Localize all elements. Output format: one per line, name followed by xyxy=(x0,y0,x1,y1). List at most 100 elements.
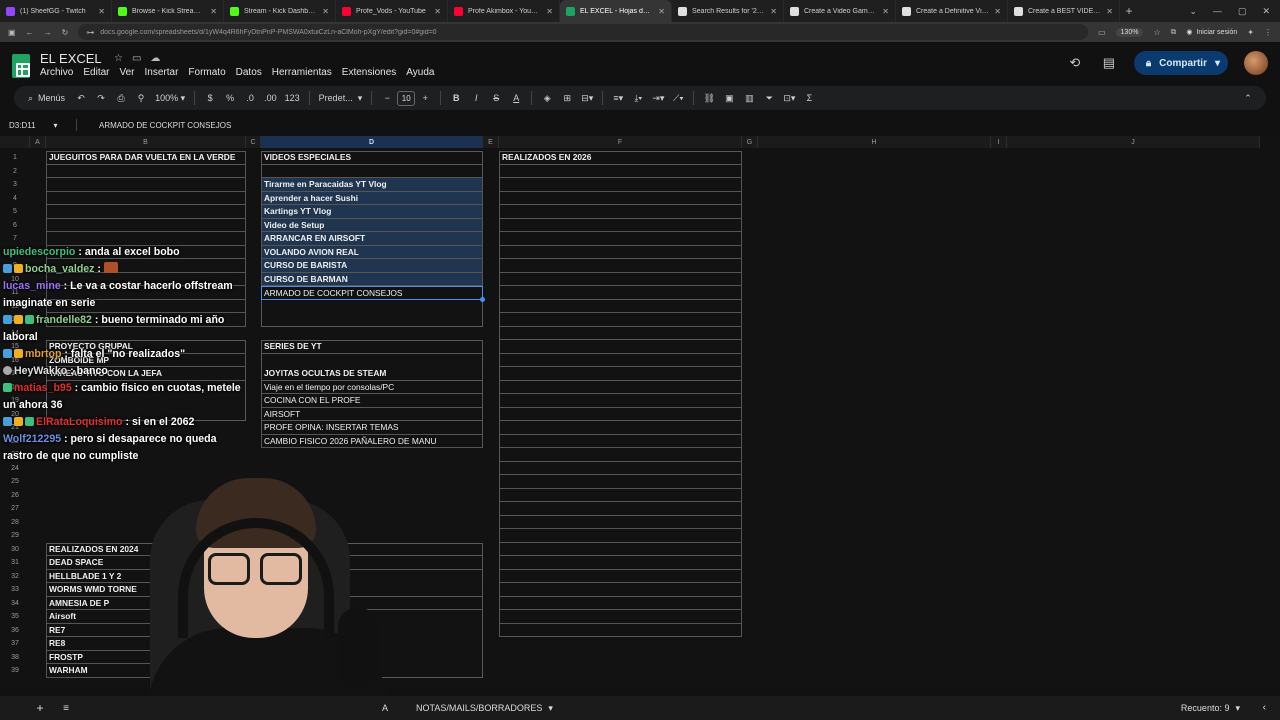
all-sheets-icon[interactable]: ≡ xyxy=(56,703,76,714)
cast-icon[interactable]: ▭ xyxy=(1098,28,1106,37)
grid-cell[interactable] xyxy=(499,164,742,179)
browser-tab[interactable]: EL EXCEL - Hojas de cálculo de ✕ xyxy=(560,0,672,22)
close-icon[interactable]: ✕ xyxy=(546,7,553,16)
browser-tab[interactable]: Browse - Kick Streaming ✕ xyxy=(112,0,224,22)
grid-cell[interactable] xyxy=(499,610,742,624)
grid-cell[interactable] xyxy=(499,569,742,584)
menu-item-5[interactable]: Datos xyxy=(236,67,262,78)
functions-icon[interactable]: Σ xyxy=(799,88,819,108)
grid-cell[interactable] xyxy=(499,475,742,489)
borders-icon[interactable]: ⊞ xyxy=(557,88,577,108)
sidebar-icon[interactable]: ▣ xyxy=(8,28,16,37)
grid-cell[interactable] xyxy=(261,164,483,179)
filter-icon[interactable]: ⏷ xyxy=(759,88,779,108)
fill-handle[interactable] xyxy=(480,296,485,302)
grid-cell[interactable] xyxy=(499,286,742,300)
grid-cell[interactable] xyxy=(499,245,742,260)
merge-cells-icon[interactable]: ⊟▾ xyxy=(577,88,597,108)
side-panel-toggle-icon[interactable]: ‹ xyxy=(1263,702,1266,713)
url-text[interactable]: docs.google.com/spreadsheets/d/1yW4q4R6h… xyxy=(100,29,436,36)
grid-cell[interactable] xyxy=(499,434,742,449)
row-header[interactable]: 3 xyxy=(0,178,30,192)
font-size-increase-icon[interactable]: + xyxy=(415,88,435,108)
row-header[interactable]: 28 xyxy=(0,516,30,530)
bold-icon[interactable]: B xyxy=(446,88,466,108)
row-header[interactable]: 37 xyxy=(0,637,30,651)
maximize-icon[interactable]: ▢ xyxy=(1238,6,1247,17)
column-header-j[interactable]: J xyxy=(1007,136,1260,148)
close-icon[interactable]: ✕ xyxy=(98,7,105,16)
grid-cell[interactable] xyxy=(499,313,742,327)
browser-tab[interactable]: Create a Definitive Videogame: ✕ xyxy=(896,0,1008,22)
grid-cell[interactable] xyxy=(499,232,742,246)
close-icon[interactable]: ✕ xyxy=(434,7,441,16)
column-header-i[interactable]: I xyxy=(991,136,1007,148)
name-box[interactable]: D3:D11 ▾ xyxy=(0,121,70,130)
chat-username[interactable]: ElRataLoquisimo xyxy=(36,416,123,428)
zoom-indicator[interactable]: 130% xyxy=(1115,27,1144,37)
grid-cell[interactable] xyxy=(499,394,742,408)
add-sheet-icon[interactable]: + xyxy=(30,701,50,715)
zoom-select[interactable]: 100% ▾ xyxy=(151,88,189,108)
browser-tab[interactable]: Search Results for '2026 UPCOI ✕ xyxy=(672,0,784,22)
grid-cell[interactable] xyxy=(499,191,742,206)
column-header-h[interactable]: H xyxy=(758,136,991,148)
more-formats-button[interactable]: 123 xyxy=(281,88,304,108)
row-header[interactable]: 30 xyxy=(0,543,30,557)
percent-button[interactable]: % xyxy=(220,88,240,108)
cell-d3[interactable]: Tirarme en Paracaidas YT Vlog xyxy=(261,178,483,192)
menu-item-3[interactable]: Insertar xyxy=(145,67,179,78)
move-folder-icon[interactable]: ▭ xyxy=(132,53,141,64)
grid-cell[interactable] xyxy=(46,205,246,219)
grid-cell[interactable] xyxy=(499,326,742,341)
grid-cell[interactable] xyxy=(499,178,742,192)
chevron-down-icon[interactable]: ▾ xyxy=(54,121,58,130)
cell-d5[interactable]: Kartings YT Vlog xyxy=(261,205,483,219)
grid-cell[interactable] xyxy=(499,367,742,381)
browser-tab[interactable]: Profe_Vods - YouTube ✕ xyxy=(336,0,448,22)
row-header[interactable]: 36 xyxy=(0,624,30,638)
grid-cell[interactable] xyxy=(499,218,742,233)
menu-item-0[interactable]: Archivo xyxy=(40,67,73,78)
grid-cell[interactable] xyxy=(499,596,742,611)
grid-cell[interactable] xyxy=(499,556,742,570)
chevron-down-icon[interactable]: ▾ xyxy=(1235,703,1240,714)
grid-cell[interactable] xyxy=(499,448,742,462)
grid-cell[interactable] xyxy=(499,205,742,219)
omnibox[interactable]: ⊶ docs.google.com/spreadsheets/d/1yW4q4R… xyxy=(78,24,1088,40)
menu-item-8[interactable]: Ayuda xyxy=(406,67,434,78)
menu-dots-icon[interactable]: ⋮ xyxy=(1264,28,1272,37)
row-header[interactable]: 27 xyxy=(0,502,30,516)
grid-cell[interactable] xyxy=(46,164,246,179)
column-header-d[interactable]: D xyxy=(261,136,483,148)
chat-username[interactable]: bocha_valdez xyxy=(25,263,94,275)
cell-b1[interactable]: JUEGUITOS PARA DAR VUELTA EN LA VERDE xyxy=(46,151,246,165)
grid-cell[interactable] xyxy=(499,353,742,368)
insert-comment-icon[interactable]: ▣ xyxy=(719,88,739,108)
grid-cell[interactable] xyxy=(499,461,742,476)
sum-indicator[interactable]: Recuento: 9 ▾ xyxy=(1181,703,1240,714)
menu-item-2[interactable]: Ver xyxy=(119,67,134,78)
insert-link-icon[interactable]: ⛓ xyxy=(699,88,719,108)
cell-d4[interactable]: Aprender a hacer Sushi xyxy=(261,191,483,206)
grid-cell[interactable] xyxy=(499,542,742,557)
cell-d6[interactable]: Video de Setup xyxy=(261,218,483,233)
row-header[interactable]: 4 xyxy=(0,192,30,206)
login-button[interactable]: ◉ Iniciar sesión xyxy=(1186,28,1237,37)
sheet-tab-a[interactable]: A xyxy=(382,703,388,713)
forward-icon[interactable]: → xyxy=(44,28,52,37)
column-header-c[interactable]: C xyxy=(246,136,261,148)
cell-d15[interactable]: SERIES DE YT xyxy=(261,340,483,354)
cell-d21[interactable]: PROFE OPINA: INSERTAR TEMAS xyxy=(261,421,483,435)
grid-cell[interactable] xyxy=(499,421,742,435)
cell-d19[interactable]: COCINA CON EL PROFE xyxy=(261,394,483,408)
active-cell-d11[interactable]: ARMADO DE COCKPIT CONSEJOS xyxy=(261,286,483,300)
chevron-down-icon[interactable]: ▾ xyxy=(548,703,553,714)
print-icon[interactable]: ⎙ xyxy=(111,88,131,108)
row-header[interactable]: 39 xyxy=(0,664,30,678)
column-header-a[interactable]: A xyxy=(30,136,46,148)
chat-username[interactable]: matias_b95 xyxy=(14,382,72,394)
redo-icon[interactable]: ↷ xyxy=(91,88,111,108)
grid-cell[interactable] xyxy=(499,583,742,597)
row-header[interactable]: 5 xyxy=(0,205,30,219)
